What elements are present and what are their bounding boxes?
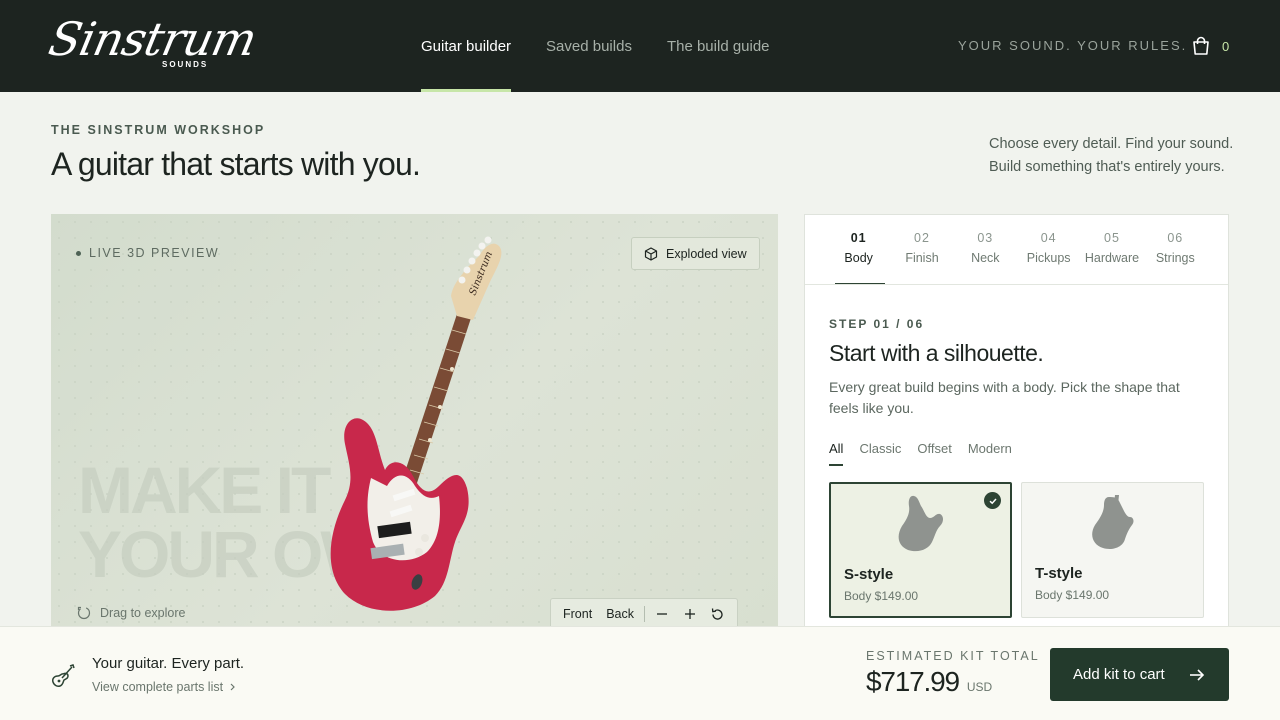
summary-title: Your guitar. Every part. (92, 655, 245, 672)
drag-to-explore-text: Drag to explore (100, 606, 186, 620)
total-amount: $717.99 (866, 666, 960, 697)
step-number: 03 (977, 231, 994, 245)
option-name: T-style (1035, 565, 1083, 582)
option-name: S-style (844, 566, 894, 583)
tab-step-neck[interactable]: 03 Neck (954, 215, 1017, 285)
divider (805, 284, 1228, 285)
live-dot-icon (76, 250, 81, 256)
view-parts-list-text: View complete parts list (92, 680, 224, 694)
body-option-t-style[interactable]: T-style Body $149.00 (1021, 482, 1204, 618)
cart-count: 0 (1222, 38, 1230, 54)
cube-icon (644, 246, 658, 261)
step-label: Pickups (1026, 251, 1071, 265)
tab-step-body[interactable]: 01 Body (827, 215, 890, 285)
step-description: Every great build begins with a body. Pi… (829, 379, 1180, 416)
selected-check-icon (984, 492, 1001, 509)
top-navigation-bar: Sinstrum SOUNDS Guitar builder Saved bui… (0, 0, 1280, 92)
option-price: Body $149.00 (844, 589, 919, 603)
step-label: Hardware (1084, 251, 1140, 265)
live-preview-label: LIVE 3D PREVIEW (76, 246, 219, 260)
add-kit-to-cart-label: Add kit to cart (1073, 666, 1165, 683)
front-view-button[interactable]: Front (559, 607, 596, 621)
back-view-button[interactable]: Back (602, 607, 638, 621)
chevron-right-icon (230, 683, 235, 691)
step-title: Start with a silhouette. (829, 340, 1044, 366)
minus-icon (656, 613, 667, 615)
guitar-neck (402, 314, 471, 486)
page-title: A guitar that starts with you. (51, 146, 421, 182)
brand-logo-subtitle: SOUNDS (162, 60, 209, 69)
nav-guitar-builder[interactable]: Guitar builder (421, 0, 512, 92)
drag-to-explore-hint: Drag to explore (76, 605, 185, 621)
step-label: Neck (971, 251, 1000, 265)
builder-panel: 01 Body 02 Finish 03 Neck 04 Pickups 05 … (804, 214, 1229, 644)
add-kit-to-cart-button[interactable]: Add kit to cart (1050, 648, 1229, 701)
filter-modern[interactable]: Modern (968, 441, 1012, 466)
step-number: 02 (914, 231, 930, 245)
zoom-out-button[interactable] (651, 603, 673, 625)
header-tagline: YOUR SOUND. YOUR RULES. (958, 38, 1188, 53)
main-nav: Guitar builder Saved builds The build gu… (421, 0, 805, 92)
exploded-view-button[interactable]: Exploded view (631, 237, 760, 270)
shopping-bag-icon (1193, 36, 1209, 55)
step-number: 06 (1167, 231, 1184, 245)
live-preview-text: LIVE 3D PREVIEW (89, 246, 220, 260)
t-style-body-icon (1092, 495, 1134, 549)
tab-step-finish[interactable]: 02 Finish (890, 215, 953, 285)
step-number: 01 (850, 231, 867, 245)
bottom-summary-bar: Your guitar. Every part. View complete p… (0, 626, 1280, 720)
step-label: Strings (1155, 251, 1195, 265)
estimate-label: ESTIMATED KIT TOTAL (866, 649, 1040, 663)
nav-saved-builds[interactable]: Saved builds (546, 0, 632, 92)
guitar-3d-preview[interactable]: MAKE IT YOUR OW LIVE 3D PREVIEW Exploded… (51, 214, 778, 634)
guitar-body (330, 418, 469, 611)
step-number: 05 (1104, 231, 1120, 245)
step-tabs: 01 Body 02 Finish 03 Neck 04 Pickups 05 … (827, 215, 1207, 285)
tab-step-pickups[interactable]: 04 Pickups (1017, 215, 1080, 285)
plus-icon (684, 609, 695, 619)
step-counter: STEP 01 / 06 (829, 317, 925, 331)
reset-icon (712, 607, 724, 620)
body-option-s-style[interactable]: S-style Body $149.00 (829, 482, 1012, 618)
hero-intro-line: Build something that's entirely yours. (989, 159, 1225, 175)
guitar-headstock: Sinstrum (451, 236, 502, 320)
total-currency: USD (966, 680, 993, 694)
zoom-in-button[interactable] (679, 603, 701, 625)
s-style-body-icon (898, 495, 943, 552)
step-label: Body (844, 251, 873, 265)
reset-view-button[interactable] (707, 603, 729, 625)
divider (643, 606, 645, 622)
view-parts-list-link[interactable]: View complete parts list (92, 680, 237, 694)
filter-classic[interactable]: Classic (859, 441, 901, 466)
tab-step-strings[interactable]: 06 Strings (1144, 215, 1207, 285)
hero-intro-line: Choose every detail. Find your sound. (989, 136, 1234, 152)
brand-logo[interactable]: Sinstrum SOUNDS (44, 10, 261, 82)
filter-offset[interactable]: Offset (917, 441, 951, 466)
option-price: Body $149.00 (1035, 588, 1110, 602)
step-number: 04 (1040, 231, 1057, 245)
step-label: Finish (905, 251, 939, 265)
filter-all[interactable]: All (829, 441, 844, 466)
tab-step-hardware[interactable]: 05 Hardware (1080, 215, 1143, 285)
cart-button[interactable]: 0 (1190, 34, 1230, 58)
nav-build-guide[interactable]: The build guide (667, 0, 770, 92)
arrow-right-icon (1190, 668, 1205, 681)
hero-intro: Choose every detail. Find your sound. Bu… (989, 133, 1239, 179)
exploded-view-label: Exploded view (666, 246, 747, 261)
rotate-drag-icon (77, 606, 91, 620)
shape-filters: All Classic Offset Modern (829, 441, 1012, 466)
guitar-outline-icon (52, 664, 75, 687)
guitar-model[interactable]: Sinstrum (301, 224, 561, 624)
brand-logo-wordmark: Sinstrum (44, 12, 261, 66)
hero-eyebrow: THE SINSTRUM WORKSHOP (51, 123, 266, 137)
kit-total: $717.99 USD (866, 666, 992, 698)
